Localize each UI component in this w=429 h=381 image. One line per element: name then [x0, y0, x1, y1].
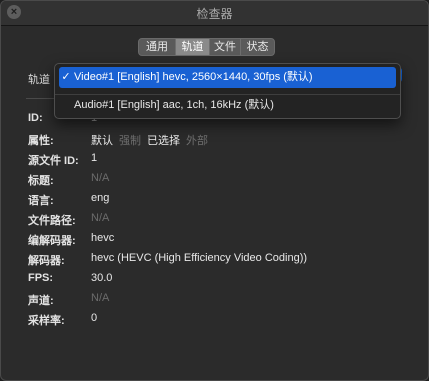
track-option-label: Audio#1 [English] aac, 1ch, 16kHz (默认): [74, 99, 274, 111]
file-path-label: 文件路径:: [28, 215, 76, 227]
file-path-value: N/A: [91, 212, 110, 224]
channels-value: N/A: [91, 292, 110, 304]
title-value: N/A: [91, 172, 110, 184]
row-channels: 声道: N/A: [28, 292, 408, 310]
track-option-audio[interactable]: Audio#1 [English] aac, 1ch, 16kHz (默认): [59, 95, 396, 116]
language-label: 语言:: [28, 195, 54, 207]
channels-label: 声道:: [28, 295, 54, 307]
decoder-label: 解码器:: [28, 255, 65, 267]
sample-rate-value: 0: [91, 312, 98, 324]
fps-label: FPS:: [28, 272, 54, 284]
row-codec: 编解码器: hevc: [28, 232, 408, 250]
track-dropdown-menu: ✓ Video#1 [English] hevc, 2560×1440, 30fp…: [54, 63, 401, 119]
row-decoder: 解码器: hevc (HEVC (High Efficiency Video C…: [28, 252, 408, 270]
tab-file[interactable]: 文件: [210, 39, 241, 55]
inspector-window: × 检查器 通用 轨道 文件 状态 轨道 ID: 属性: 默认 强制 已选择 外…: [0, 0, 429, 381]
tab-tracks[interactable]: 轨道: [176, 39, 210, 55]
track-option-label: Video#1 [English] hevc, 2560×1440, 30fps…: [74, 71, 313, 83]
codec-label: 编解码器:: [28, 235, 76, 247]
row-source-id: 源文件 ID: 1: [28, 152, 408, 170]
row-file-path: 文件路径: N/A: [28, 212, 408, 230]
segmented-tabs: 通用 轨道 文件 状态: [138, 38, 275, 56]
row-attributes: 属性: 默认 强制 已选择 外部: [28, 132, 408, 150]
attr-selected: 已选择: [147, 135, 180, 147]
row-language: 语言: eng: [28, 192, 408, 210]
title-bar: × 检查器: [1, 1, 428, 26]
row-sample-rate: 采样率: 0: [28, 312, 408, 330]
window-title: 检查器: [196, 7, 233, 21]
attr-default: 默认: [91, 135, 113, 147]
language-value: eng: [91, 192, 110, 204]
track-select-label: 轨道: [28, 74, 50, 86]
checkmark-icon: ✓: [61, 71, 71, 83]
tab-status[interactable]: 状态: [241, 39, 274, 55]
attributes-label: 属性:: [28, 135, 54, 147]
row-title: 标题: N/A: [28, 172, 408, 190]
attr-forced: 强制: [119, 135, 141, 147]
attribute-list: 默认 强制 已选择 外部: [91, 132, 214, 148]
track-option-video[interactable]: ✓ Video#1 [English] hevc, 2560×1440, 30fp…: [59, 67, 396, 88]
title-label: 标题:: [28, 175, 54, 187]
fps-value: 30.0: [91, 272, 113, 284]
source-id-label: 源文件 ID:: [28, 155, 79, 167]
source-id-value: 1: [91, 152, 98, 164]
decoder-value: hevc (HEVC (High Efficiency Video Coding…: [91, 252, 308, 264]
tab-general[interactable]: 通用: [139, 39, 176, 55]
sample-rate-label: 采样率:: [28, 315, 65, 327]
codec-value: hevc: [91, 232, 115, 244]
attr-external: 外部: [186, 135, 208, 147]
row-fps: FPS: 30.0: [28, 272, 408, 290]
